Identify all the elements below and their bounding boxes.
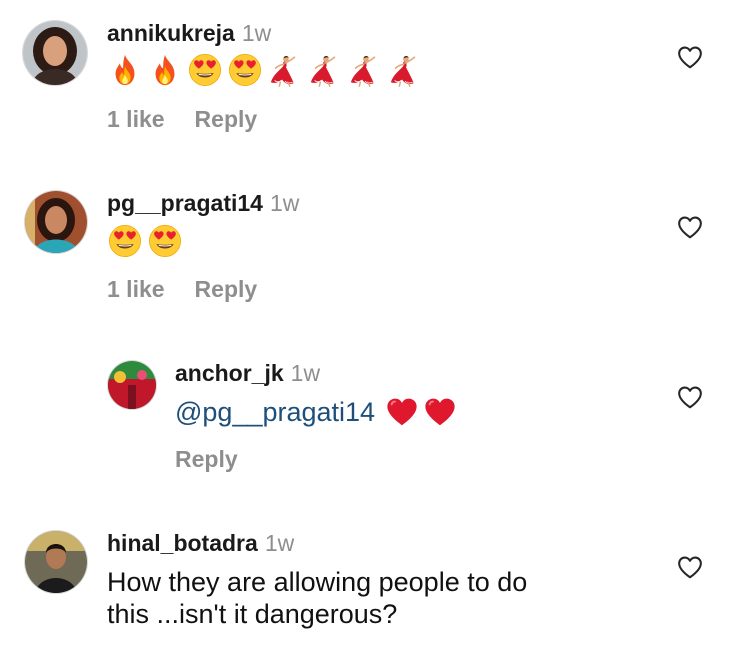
heart-outline-icon[interactable] — [677, 385, 703, 409]
avatar[interactable] — [108, 361, 156, 409]
mention-link[interactable]: @pg__pragati14 — [175, 396, 375, 428]
avatar[interactable] — [23, 21, 87, 85]
comment-text-line: How they are allowing people to do — [107, 567, 528, 597]
comment-emojis — [108, 224, 182, 258]
likes-count-link[interactable]: 1 like — [107, 276, 165, 302]
dancer-emoji — [348, 53, 382, 87]
avatar[interactable] — [25, 531, 87, 593]
reply-button[interactable]: Reply — [195, 106, 258, 132]
red-heart-emoji — [423, 395, 457, 429]
heart-eyes-emoji — [108, 224, 142, 258]
comment-item: annikukreja 1w 1 like Reply — [0, 0, 750, 170]
comment-text: @pg__pragati14 — [175, 395, 457, 429]
comment-actions: 1 like Reply — [107, 276, 287, 303]
comment-time: 1w — [290, 360, 321, 386]
heart-eyes-emoji — [188, 53, 222, 87]
dancer-emoji — [268, 53, 302, 87]
comment-username[interactable]: anchor_jk 1w — [175, 360, 320, 387]
comment-item: hinal_botadra 1w How they are allowing pe… — [0, 510, 750, 652]
dancer-emoji — [388, 53, 422, 87]
comment-text-line: this ...isn't it dangerous? — [107, 599, 398, 629]
fire-emoji — [148, 53, 182, 87]
comment-username[interactable]: hinal_botadra 1w — [107, 530, 294, 557]
comment-actions: 1 like Reply — [107, 106, 287, 133]
dancer-emoji — [308, 53, 342, 87]
comment-username[interactable]: pg__pragati14 1w — [107, 190, 299, 217]
comment-time: 1w — [241, 20, 272, 46]
comment-item: pg__pragati14 1w 1 like Reply — [0, 170, 750, 340]
likes-count-link[interactable]: 1 like — [107, 106, 165, 132]
comment-time: 1w — [269, 190, 300, 216]
comment-actions: Reply — [175, 446, 268, 473]
reply-item: anchor_jk 1w @pg__pragati14 Reply — [0, 340, 750, 510]
heart-outline-icon[interactable] — [677, 555, 703, 579]
fire-emoji — [108, 53, 142, 87]
heart-outline-icon[interactable] — [677, 45, 703, 69]
reply-button[interactable]: Reply — [195, 276, 258, 302]
red-heart-emoji — [385, 395, 419, 429]
comment-emojis — [108, 53, 422, 87]
comment-time: 1w — [264, 530, 295, 556]
reply-button[interactable]: Reply — [175, 446, 238, 472]
comment-username[interactable]: annikukreja 1w — [107, 20, 271, 47]
avatar[interactable] — [25, 191, 87, 253]
heart-outline-icon[interactable] — [677, 215, 703, 239]
heart-eyes-emoji — [228, 53, 262, 87]
heart-eyes-emoji — [148, 224, 182, 258]
